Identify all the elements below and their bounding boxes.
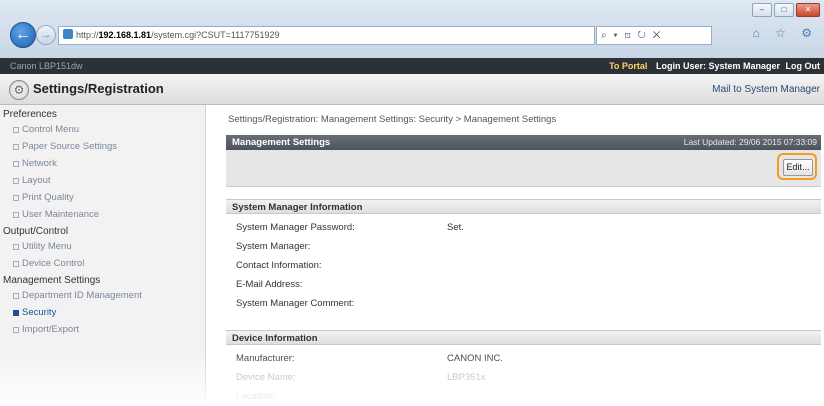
info-row: System Manager:	[236, 238, 796, 256]
sidebar-item-label: Print Quality	[22, 192, 74, 203]
row-value: Set.	[447, 222, 464, 233]
bullet-icon	[13, 310, 19, 316]
sidebar-item-label: Department ID Management	[22, 290, 142, 301]
sidebar-item-label: Paper Source Settings	[22, 141, 118, 152]
info-row: System Manager Password: Set.	[236, 219, 796, 237]
sidebar: Preferences Control Menu Paper Source Se…	[0, 105, 206, 401]
edit-button[interactable]: Edit...	[783, 159, 813, 176]
row-label: Location:	[236, 391, 275, 402]
login-user-label: Login User: System Manager	[655, 61, 780, 71]
sidebar-item-control-menu[interactable]: Control Menu	[0, 121, 205, 138]
info-row: Manufacturer: CANON INC.	[236, 350, 796, 368]
bullet-icon	[13, 293, 19, 299]
row-label: Contact Information:	[236, 260, 322, 271]
device-info-header: Device Information	[226, 330, 821, 345]
sidebar-item-paper-source-settings[interactable]: Paper Source Settings	[0, 138, 205, 155]
logout-link[interactable]: Log Out	[786, 61, 821, 71]
bullet-icon	[13, 244, 19, 250]
last-updated-label: Last Updated: 29/06 2015 07:33:09	[683, 137, 817, 147]
sidebar-item-label: Network	[22, 158, 57, 169]
bullet-icon	[13, 327, 19, 333]
bullet-icon	[13, 127, 19, 133]
url-host: 192.168.1.81	[98, 30, 152, 40]
sidebar-item-label: Control Menu	[22, 124, 80, 135]
row-value: CANON INC.	[447, 353, 503, 364]
edit-toolbar: Edit...	[226, 150, 821, 187]
mail-to-system-manager-link[interactable]: Mail to System Manager	[712, 84, 820, 95]
settings-gear-icon: ⚙	[9, 80, 29, 100]
row-label: System Manager Comment:	[236, 298, 355, 309]
bullet-icon	[13, 261, 19, 267]
sidebar-item-import-export[interactable]: Import/Export	[0, 321, 205, 338]
sidebar-item-label: Device Control	[22, 258, 85, 269]
maximize-icon[interactable]: □	[774, 3, 794, 17]
row-label: Manufacturer:	[236, 353, 295, 364]
system-manager-info-header: System Manager Information	[226, 199, 821, 214]
bullet-icon	[13, 178, 19, 184]
sidebar-item-label: Utility Menu	[22, 241, 72, 252]
address-actions[interactable]: ⌕ ▾ ⊡ ↻ ✕	[596, 26, 712, 45]
back-arrow-icon[interactable]: ←	[10, 22, 36, 48]
minimize-icon[interactable]: –	[752, 3, 772, 17]
row-label: System Manager:	[236, 241, 311, 252]
sidebar-item-network[interactable]: Network	[0, 155, 205, 172]
row-label: E-Mail Address:	[236, 279, 303, 290]
address-bar[interactable]: http://192.168.1.81/system.cgi?CSUT=1117…	[58, 26, 595, 45]
sidebar-group-management-settings: Management Settings	[3, 275, 101, 286]
sidebar-group-output-control: Output/Control	[3, 226, 69, 237]
management-settings-header: Management Settings Last Updated: 29/06 …	[226, 135, 821, 150]
section-title: Management Settings	[232, 137, 331, 148]
to-portal-link[interactable]: To Portal	[609, 61, 647, 71]
site-favicon-icon	[63, 29, 73, 39]
row-value: LBP351x	[447, 372, 486, 383]
sidebar-item-label: Import/Export	[22, 324, 80, 335]
sidebar-item-device-control[interactable]: Device Control	[0, 255, 205, 272]
bullet-icon	[13, 195, 19, 201]
page-header: ⚙ Settings/Registration Mail to System M…	[0, 74, 824, 105]
window-controls: – □ ✕	[752, 3, 820, 17]
portal-bar: Canon LBP151dw To Portal Login User: Sys…	[0, 58, 824, 74]
home-star-gear-icons[interactable]: ⌂ ☆ ⚙	[753, 26, 818, 40]
browser-toolbar: – □ ✕ ← → http://192.168.1.81/system.cgi…	[0, 0, 824, 58]
url-prefix: http://	[76, 30, 99, 40]
sidebar-item-print-quality[interactable]: Print Quality	[0, 189, 205, 206]
sidebar-item-label: User Maintenance	[22, 209, 100, 220]
bullet-icon	[13, 161, 19, 167]
sidebar-item-user-maintenance[interactable]: User Maintenance	[0, 206, 205, 223]
sidebar-item-layout[interactable]: Layout	[0, 172, 205, 189]
sidebar-item-utility-menu[interactable]: Utility Menu	[0, 238, 205, 255]
highlight-ring: Edit...	[777, 153, 817, 180]
info-row: Device Name: LBP351x	[236, 369, 796, 387]
page-title: Settings/Registration	[33, 81, 164, 96]
sidebar-group-preferences: Preferences	[3, 109, 57, 120]
url-path: /system.cgi?CSUT=1117751929	[151, 30, 280, 40]
close-icon[interactable]: ✕	[796, 3, 820, 17]
sidebar-item-label: Layout	[22, 175, 51, 186]
info-row: Location:	[236, 388, 796, 406]
forward-arrow-icon[interactable]: →	[36, 25, 56, 45]
bullet-icon	[13, 144, 19, 150]
row-label: Device Name:	[236, 372, 296, 383]
row-label: System Manager Password:	[236, 222, 355, 233]
sidebar-item-label: Security	[22, 307, 57, 318]
device-label: Canon LBP151dw	[10, 61, 83, 71]
info-row: Contact Information:	[236, 257, 796, 275]
info-row: E-Mail Address:	[236, 276, 796, 294]
breadcrumb: Settings/Registration: Management Settin…	[228, 114, 557, 125]
sidebar-item-department-id-management[interactable]: Department ID Management	[0, 287, 205, 304]
sidebar-item-security[interactable]: Security	[0, 304, 205, 321]
info-row: System Manager Comment:	[236, 295, 796, 313]
bullet-icon	[13, 212, 19, 218]
